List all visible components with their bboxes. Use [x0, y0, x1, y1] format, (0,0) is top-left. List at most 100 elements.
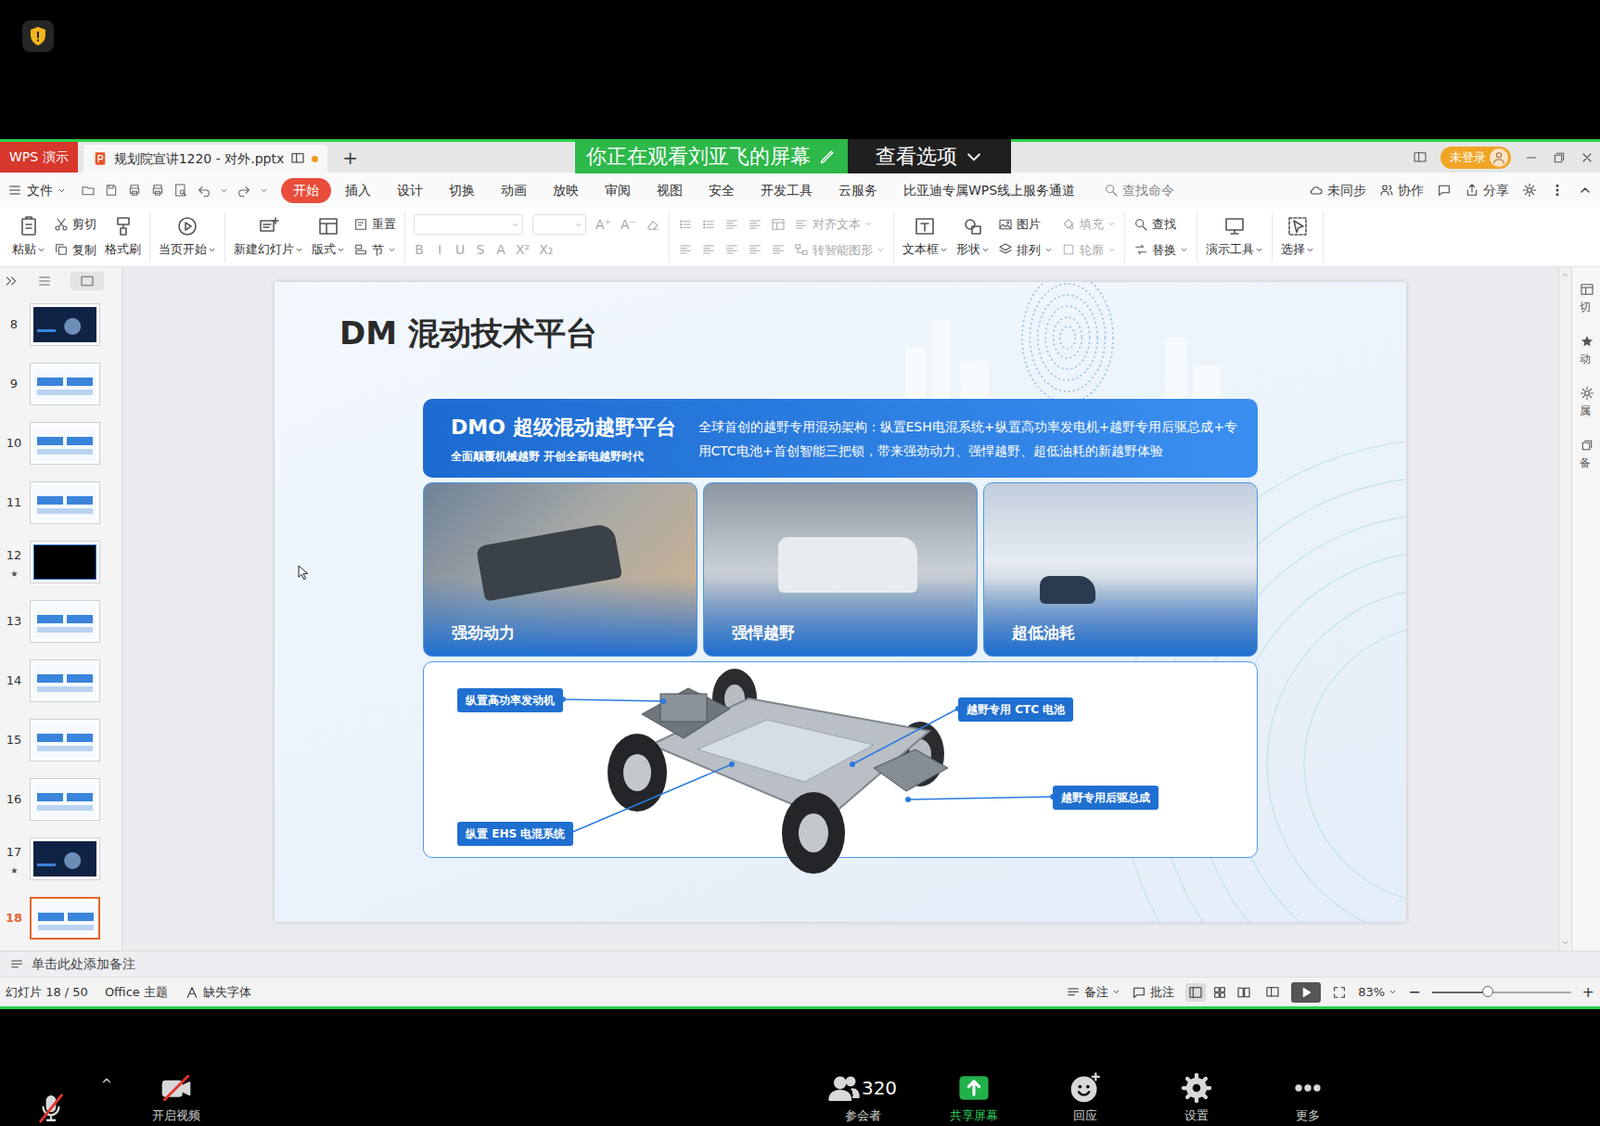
ribbon-tab[interactable]: 审阅 — [592, 178, 643, 204]
undo-icon[interactable] — [196, 182, 212, 198]
ribbon-button[interactable]: 轮廓 — [1061, 241, 1116, 260]
menu-action[interactable]: 协作 — [1379, 180, 1424, 201]
font-style-button[interactable]: X² — [515, 240, 530, 260]
slide-canvas[interactable]: DM 混动技术平台DMO 超级混动越野平台全面颠覆机械越野 开创全新电越野时代全… — [274, 281, 1407, 922]
ribbon-button[interactable]: 节 — [353, 241, 397, 260]
font-style-button[interactable]: X₂ — [538, 240, 553, 260]
font-size-button[interactable]: A⁺ — [595, 215, 612, 235]
expand-icon[interactable] — [3, 273, 19, 289]
side-panel-button[interactable]: 备 — [1572, 437, 1600, 472]
ribbon-button[interactable]: 粘贴 — [12, 211, 46, 263]
vertical-scrollbar[interactable] — [1558, 267, 1572, 951]
slide-thumbnail[interactable] — [29, 481, 101, 525]
slideshow-button[interactable] — [1291, 982, 1321, 1003]
more-icon[interactable] — [1549, 182, 1565, 198]
reaction-button[interactable]: 回应 — [1029, 1072, 1141, 1126]
font-style-button[interactable]: U — [454, 240, 466, 260]
side-panel-button[interactable]: 动 — [1572, 333, 1600, 368]
font-style-button[interactable]: I — [434, 240, 446, 260]
slide-thumbnail[interactable] — [29, 303, 101, 346]
zoom-out-button[interactable]: − — [1408, 985, 1421, 1000]
ribbon-tab[interactable]: 视图 — [644, 178, 695, 204]
view-button[interactable] — [1209, 983, 1230, 1002]
menu-action[interactable]: 未同步 — [1308, 180, 1367, 201]
command-search[interactable]: 查找命令 — [1103, 180, 1175, 201]
ribbon-button[interactable]: 格式刷 — [104, 211, 141, 263]
slide-thumbnail[interactable] — [29, 659, 101, 703]
slide-thumbnail-row[interactable]: 15 — [0, 710, 122, 770]
ribbon-tab[interactable]: 设计 — [384, 178, 436, 204]
login-button[interactable]: 未登录 — [1440, 146, 1511, 169]
ribbon-button[interactable]: 重置 — [353, 215, 397, 234]
file-tab[interactable]: 规划院宣讲1220 - 对外.pptx — [83, 144, 329, 173]
pen-icon[interactable] — [818, 147, 837, 167]
new-tab-button[interactable]: + — [327, 141, 373, 173]
slide-thumbnail[interactable] — [29, 362, 101, 406]
export-icon[interactable] — [127, 182, 142, 198]
side-panel-button[interactable]: 属 — [1572, 385, 1600, 420]
menu-action[interactable]: 分享 — [1464, 180, 1510, 201]
ribbon-button[interactable]: 当页开始 — [158, 211, 217, 263]
ribbon-tab[interactable]: 放映 — [540, 178, 591, 204]
ribbon-tab[interactable]: 开发工具 — [748, 178, 825, 204]
fit-window-icon[interactable] — [1331, 985, 1347, 1000]
open-icon[interactable] — [80, 182, 96, 198]
notes-toggle[interactable]: 备注 — [1065, 983, 1121, 1002]
font-family-select[interactable] — [413, 214, 524, 235]
minimize-icon[interactable] — [1523, 150, 1539, 166]
slide-thumbnail[interactable] — [29, 600, 101, 643]
ribbon-tab[interactable]: 比亚迪专属WPS线上服务通道 — [891, 178, 1088, 204]
save-icon[interactable] — [103, 182, 119, 198]
participants-button[interactable]: 320参会者 — [806, 1072, 919, 1126]
slide-thumbnail-row[interactable]: 13 — [0, 591, 122, 652]
presenter-icon[interactable] — [1265, 985, 1280, 1000]
zoom-slider[interactable] — [1432, 991, 1572, 994]
collapse-icon[interactable] — [1577, 182, 1593, 198]
ribbon-button[interactable]: 查找 — [1133, 215, 1189, 234]
ribbon-button[interactable]: 替换 — [1133, 241, 1189, 260]
missing-font[interactable]: 缺失字体 — [184, 983, 252, 1002]
ribbon-tab[interactable]: 开始 — [281, 178, 332, 204]
view-button[interactable] — [1185, 983, 1206, 1002]
theme-name[interactable]: Office 主题 — [104, 983, 168, 1002]
ribbon-button[interactable]: 图片 — [998, 215, 1053, 234]
font-style-button[interactable]: A — [495, 240, 507, 260]
ribbon-button[interactable]: 演示工具 — [1205, 211, 1264, 263]
audio-options[interactable] — [92, 1074, 121, 1125]
comments-toggle[interactable]: 批注 — [1131, 983, 1175, 1002]
ribbon-button[interactable]: 对齐文本 — [793, 215, 885, 234]
view-options-label[interactable]: 查看选项 — [875, 140, 958, 172]
clear-format-icon[interactable] — [645, 217, 661, 232]
ribbon-tab[interactable]: 云服务 — [826, 178, 890, 204]
notes-bar[interactable]: 单击此处添加备注 — [0, 950, 1600, 977]
ribbon-button[interactable]: 版式 — [311, 211, 346, 263]
side-panel-button[interactable]: 切 — [1572, 281, 1600, 316]
share-screen-button[interactable]: 共享屏幕 — [918, 1072, 1030, 1126]
slide-thumbnail[interactable] — [29, 422, 101, 465]
caret-icon[interactable] — [259, 186, 269, 195]
slide-thumbnail-row[interactable]: 12 — [0, 532, 122, 592]
font-size-select[interactable] — [532, 214, 587, 235]
redo-icon[interactable] — [236, 182, 252, 198]
slide-thumbnail-row[interactable]: 18 — [0, 888, 122, 948]
caret-icon[interactable] — [219, 186, 229, 195]
zoom-level[interactable]: 83% — [1357, 983, 1397, 1002]
shield-icon[interactable] — [22, 20, 54, 52]
ribbon-button[interactable]: 选择 — [1280, 211, 1315, 263]
slide-thumbnail-row[interactable]: 10 — [0, 413, 122, 474]
ribbon-tab[interactable]: 安全 — [696, 178, 747, 204]
preview-icon[interactable] — [173, 182, 189, 198]
slide-thumbnail-row[interactable]: 11 — [0, 473, 122, 533]
slide-thumbnail[interactable] — [29, 540, 101, 584]
gear-icon[interactable] — [1522, 182, 1537, 198]
layout-icon[interactable] — [1412, 150, 1428, 166]
comment-icon[interactable] — [1436, 182, 1452, 198]
video-button[interactable]: 开启视频 — [120, 1072, 232, 1126]
ribbon-button[interactable]: 复制 — [53, 241, 97, 260]
restore-icon[interactable] — [1551, 150, 1567, 166]
file-menu[interactable]: 文件 — [7, 180, 66, 201]
zoom-in-button[interactable]: + — [1582, 985, 1595, 1000]
view-button[interactable] — [1233, 983, 1255, 1002]
ribbon-button[interactable]: 剪切 — [53, 215, 97, 234]
mic-button[interactable] — [9, 1092, 93, 1125]
